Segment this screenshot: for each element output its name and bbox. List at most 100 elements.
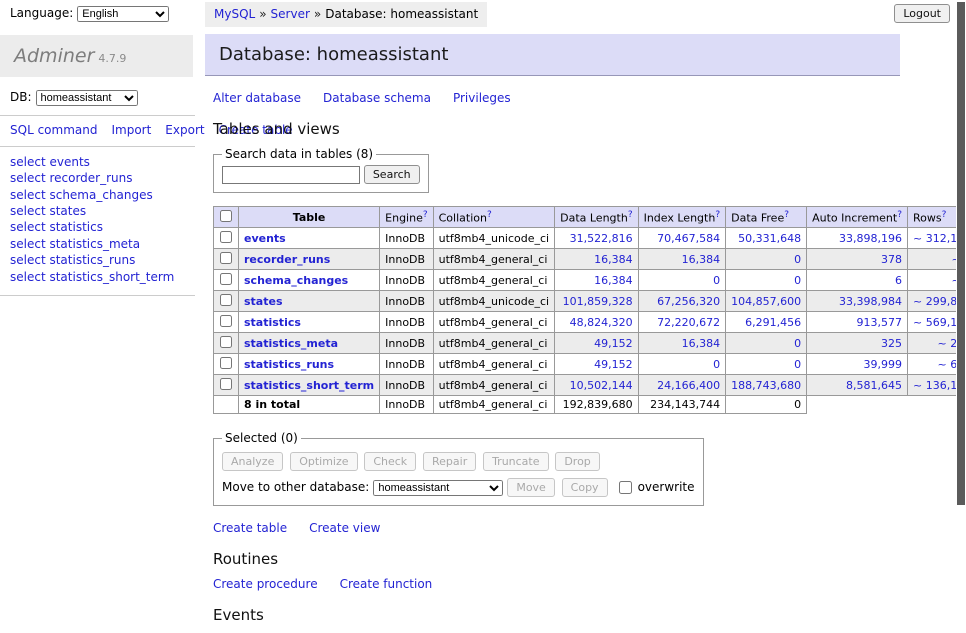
copy-button[interactable]: Copy xyxy=(562,478,608,497)
alter-database-link[interactable]: Alter database xyxy=(213,91,301,105)
index-length-link[interactable]: 70,467,584 xyxy=(644,232,721,245)
table-link[interactable]: statistics_meta xyxy=(244,337,338,350)
overwrite-checkbox[interactable] xyxy=(619,481,632,494)
data-length-link[interactable]: 49,152 xyxy=(560,337,632,350)
data-free-link[interactable]: 50,331,648 xyxy=(731,232,801,245)
select-all-checkbox[interactable] xyxy=(220,210,232,222)
index-length-link[interactable]: 0 xyxy=(644,274,721,287)
sql-command-link[interactable]: SQL command xyxy=(10,123,97,137)
db-select[interactable]: homeassistant xyxy=(36,90,138,106)
table-row-statistics-runs: statistics_runs InnoDB utf8mb4_general_c… xyxy=(214,354,966,375)
help-icon[interactable]: ? xyxy=(784,210,789,220)
table-link[interactable]: recorder_runs xyxy=(244,253,330,266)
breadcrumb-mysql-link[interactable]: MySQL xyxy=(214,7,255,21)
index-length-link[interactable]: 0 xyxy=(644,358,721,371)
data-length-link[interactable]: 49,152 xyxy=(560,358,632,371)
data-length-link[interactable]: 48,824,320 xyxy=(560,316,632,329)
language-select[interactable]: English xyxy=(77,6,169,22)
language-row: Language:English xyxy=(0,0,193,26)
sidebar-select-states[interactable]: select states xyxy=(10,204,86,218)
engine-cell: InnoDB xyxy=(380,312,433,333)
create-procedure-link[interactable]: Create procedure xyxy=(213,577,318,591)
data-length-link[interactable]: 101,859,328 xyxy=(560,295,632,308)
create-view-link[interactable]: Create view xyxy=(309,521,380,535)
sidebar-select-schema-changes[interactable]: select schema_changes xyxy=(10,188,153,202)
auto-increment-link[interactable]: 6 xyxy=(812,274,902,287)
total-label: 8 in total xyxy=(239,396,380,414)
sidebar-divider xyxy=(0,295,195,296)
table-link[interactable]: statistics_short_term xyxy=(244,379,374,392)
help-icon[interactable]: ? xyxy=(715,210,720,220)
data-length-link[interactable]: 31,522,816 xyxy=(560,232,632,245)
data-free-link[interactable]: 0 xyxy=(731,274,801,287)
logout-button[interactable]: Logout xyxy=(894,4,950,23)
move-database-select[interactable]: homeassistant xyxy=(373,480,503,496)
breadcrumb-server-link[interactable]: Server xyxy=(271,7,310,21)
sidebar-select-statistics[interactable]: select statistics xyxy=(10,220,103,234)
auto-increment-link[interactable]: 913,577 xyxy=(812,316,902,329)
row-checkbox[interactable] xyxy=(220,273,232,285)
index-length-link[interactable]: 24,166,400 xyxy=(644,379,721,392)
data-free-link[interactable]: 104,857,600 xyxy=(731,295,801,308)
repair-button[interactable]: Repair xyxy=(423,452,476,471)
data-free-link[interactable]: 0 xyxy=(731,337,801,350)
total-collation: utf8mb4_general_ci xyxy=(433,396,554,414)
help-icon[interactable]: ? xyxy=(897,210,902,220)
scrollbar-thumb[interactable] xyxy=(957,2,965,505)
help-icon[interactable]: ? xyxy=(628,210,633,220)
search-input[interactable] xyxy=(222,166,360,184)
drop-button[interactable]: Drop xyxy=(555,452,599,471)
row-checkbox[interactable] xyxy=(220,378,232,390)
table-link[interactable]: statistics xyxy=(244,316,301,329)
data-free-link[interactable]: 0 xyxy=(731,358,801,371)
data-length-link[interactable]: 16,384 xyxy=(560,274,632,287)
scrollbar-track[interactable] xyxy=(956,0,966,543)
auto-increment-link[interactable]: 8,581,645 xyxy=(812,379,902,392)
table-link[interactable]: schema_changes xyxy=(244,274,348,287)
check-button[interactable]: Check xyxy=(364,452,416,471)
analyze-button[interactable]: Analyze xyxy=(222,452,283,471)
sidebar-select-statistics-runs[interactable]: select statistics_runs xyxy=(10,253,135,267)
row-checkbox[interactable] xyxy=(220,252,232,264)
search-button[interactable]: Search xyxy=(364,165,420,184)
auto-increment-link[interactable]: 378 xyxy=(812,253,902,266)
data-free-link[interactable]: 188,743,680 xyxy=(731,379,801,392)
move-button[interactable]: Move xyxy=(507,478,555,497)
sidebar-select-statistics-meta[interactable]: select statistics_meta xyxy=(10,237,140,251)
index-length-link[interactable]: 67,256,320 xyxy=(644,295,721,308)
table-link[interactable]: states xyxy=(244,295,283,308)
auto-increment-link[interactable]: 33,398,984 xyxy=(812,295,902,308)
data-free-link[interactable]: 0 xyxy=(731,253,801,266)
database-schema-link[interactable]: Database schema xyxy=(323,91,431,105)
table-link[interactable]: events xyxy=(244,232,286,245)
auto-increment-link[interactable]: 33,898,196 xyxy=(812,232,902,245)
index-length-link[interactable]: 72,220,672 xyxy=(644,316,721,329)
row-checkbox[interactable] xyxy=(220,231,232,243)
row-checkbox[interactable] xyxy=(220,294,232,306)
sidebar-select-events[interactable]: select events xyxy=(10,155,90,169)
truncate-button[interactable]: Truncate xyxy=(483,452,548,471)
data-free-link[interactable]: 6,291,456 xyxy=(731,316,801,329)
optimize-button[interactable]: Optimize xyxy=(290,452,357,471)
table-row-recorder-runs: recorder_runs InnoDB utf8mb4_general_ci … xyxy=(214,249,966,270)
row-checkbox[interactable] xyxy=(220,315,232,327)
table-link[interactable]: statistics_runs xyxy=(244,358,334,371)
auto-increment-link[interactable]: 325 xyxy=(812,337,902,350)
create-function-link[interactable]: Create function xyxy=(340,577,433,591)
auto-increment-link[interactable]: 39,999 xyxy=(812,358,902,371)
privileges-link[interactable]: Privileges xyxy=(453,91,511,105)
export-link[interactable]: Export xyxy=(165,123,204,137)
index-length-link[interactable]: 16,384 xyxy=(644,337,721,350)
help-icon[interactable]: ? xyxy=(487,210,492,220)
row-checkbox[interactable] xyxy=(220,336,232,348)
help-icon[interactable]: ? xyxy=(942,210,947,220)
index-length-link[interactable]: 16,384 xyxy=(644,253,721,266)
create-table-link[interactable]: Create table xyxy=(213,521,287,535)
sidebar-select-recorder-runs[interactable]: select recorder_runs xyxy=(10,171,133,185)
row-checkbox[interactable] xyxy=(220,357,232,369)
help-icon[interactable]: ? xyxy=(423,210,428,220)
import-link[interactable]: Import xyxy=(111,123,151,137)
data-length-link[interactable]: 16,384 xyxy=(560,253,632,266)
data-length-link[interactable]: 10,502,144 xyxy=(560,379,632,392)
sidebar-select-statistics-short-term[interactable]: select statistics_short_term xyxy=(10,270,174,284)
